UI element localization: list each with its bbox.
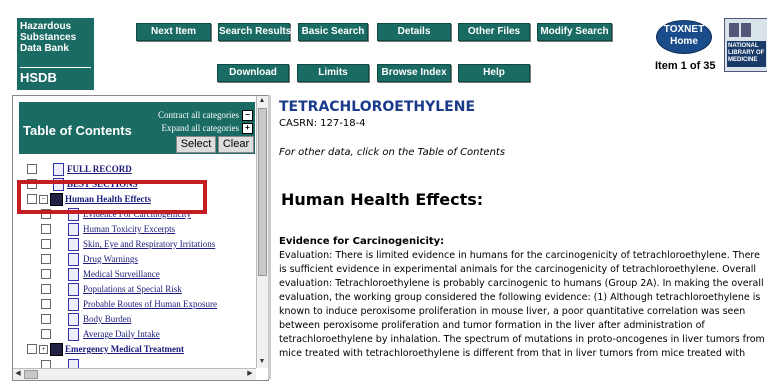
checkbox[interactable]	[41, 314, 51, 324]
document-icon	[68, 223, 79, 236]
document-icon	[68, 298, 79, 311]
toc-link[interactable]: Average Daily Intake	[83, 327, 160, 342]
document-icon	[68, 268, 79, 281]
toc-link[interactable]: Skin, Eye and Respiratory Irritations	[83, 237, 215, 252]
logo-short: HSDB	[20, 67, 91, 88]
collapse-icon[interactable]: −	[242, 110, 253, 121]
checkbox[interactable]	[27, 164, 37, 174]
logo-line-3: Data Bank	[20, 43, 69, 54]
other-files-button[interactable]: Other Files	[458, 23, 530, 41]
search-results-button[interactable]: Search Results	[218, 23, 291, 41]
item-count: Item 1 of 35	[655, 60, 716, 72]
home-label: Home	[670, 36, 698, 47]
logo-line-2: Substances	[20, 32, 77, 43]
section-heading: Human Health Effects:	[281, 190, 484, 209]
checkbox[interactable]	[27, 344, 37, 354]
toxnet-home-button[interactable]: TOXNET Home	[656, 20, 712, 54]
checkbox[interactable]	[41, 224, 51, 234]
modify-search-button[interactable]: Modify Search	[537, 23, 612, 41]
toc-link[interactable]: BEST SECTIONS	[67, 177, 138, 192]
toc-title: Table of Contents	[23, 123, 132, 138]
browse-index-button[interactable]: Browse Index	[377, 64, 451, 82]
document-icon	[68, 313, 79, 326]
limits-button[interactable]: Limits	[297, 64, 369, 82]
nlm-text: NATIONAL LIBRARY OF MEDICINE	[728, 43, 765, 63]
toc-link[interactable]: Probable Routes of Human Exposure	[83, 297, 217, 312]
toc-vertical-scrollbar[interactable]: ▲ ▼	[256, 96, 268, 368]
document-icon	[53, 178, 64, 191]
toc-link[interactable]: Drug Warnings	[83, 252, 138, 267]
nlm-logo[interactable]: NATIONAL LIBRARY OF MEDICINE	[724, 18, 767, 72]
expand-icon[interactable]: +	[242, 123, 253, 134]
scroll-down-icon[interactable]: ▼	[257, 357, 267, 367]
document-icon	[53, 163, 64, 176]
evidence-paragraph: Evaluation: There is limited evidence in…	[279, 250, 765, 359]
subsection-heading: Evidence for Carcinogenicity:	[279, 236, 445, 247]
toc-link[interactable]: Emergency Medical Treatment	[65, 342, 184, 357]
toc-link[interactable]: Body Burden	[83, 312, 131, 327]
details-button[interactable]: Details	[377, 23, 451, 41]
download-button[interactable]: Download	[217, 64, 289, 82]
toc-horizontal-scrollbar[interactable]: ◀ ▶	[13, 368, 256, 380]
book-icon	[50, 193, 63, 206]
frame-divider[interactable]	[268, 95, 271, 379]
scroll-left-icon[interactable]: ◀	[13, 369, 23, 379]
logo-line-1: Hazardous	[20, 21, 72, 32]
logo-title: Hazardous Substances Data Bank	[20, 21, 91, 65]
header: Hazardous Substances Data Bank HSDB Next…	[0, 0, 767, 92]
page-title: TETRACHLOROETHYLENE	[279, 99, 476, 115]
casrn-label: CASRN: 127-18-4	[279, 118, 366, 129]
toc-link[interactable]: Human Toxicity Excerpts	[83, 222, 175, 237]
collapse-toggle-icon[interactable]: −	[39, 195, 48, 204]
toc-link[interactable]: Populations at Special Risk	[83, 282, 182, 297]
toxnet-label: TOXNET	[663, 24, 705, 35]
checkbox[interactable]	[41, 284, 51, 294]
other-data-note: For other data, click on the Table of Co…	[279, 147, 506, 158]
expand-all-link[interactable]: Expand all categories	[162, 123, 239, 133]
scroll-thumb[interactable]	[258, 108, 267, 276]
toc-link[interactable]: Human Health Effects	[65, 192, 151, 207]
basic-search-button[interactable]: Basic Search	[298, 23, 368, 41]
checkbox[interactable]	[41, 209, 51, 219]
toc-link[interactable]: FULL RECORD	[67, 162, 132, 177]
checkbox[interactable]	[41, 299, 51, 309]
document-icon	[68, 238, 79, 251]
contract-all-link[interactable]: Contract all categories	[158, 110, 239, 120]
clear-button[interactable]: Clear	[218, 136, 254, 153]
expand-toggle-icon[interactable]: +	[39, 345, 48, 354]
checkbox[interactable]	[27, 179, 37, 189]
scroll-up-icon[interactable]: ▲	[257, 96, 267, 106]
checkbox[interactable]	[41, 269, 51, 279]
document-icon	[68, 328, 79, 341]
help-button[interactable]: Help	[458, 64, 530, 82]
content-pane: TETRACHLOROETHYLENE CASRN: 127-18-4 For …	[272, 95, 767, 379]
toc-header: Contract all categories − Expand all cat…	[19, 102, 255, 154]
next-item-button[interactable]: Next Item	[136, 23, 211, 41]
document-icon	[68, 208, 79, 221]
document-icon	[68, 283, 79, 296]
toc-link[interactable]: Medical Surveillance	[83, 267, 160, 282]
hsdb-logo[interactable]: Hazardous Substances Data Bank HSDB	[17, 18, 94, 90]
book-icon	[50, 343, 63, 356]
checkbox[interactable]	[41, 254, 51, 264]
toc-frame: Contract all categories − Expand all cat…	[12, 95, 269, 381]
toc-link[interactable]: Evidence For Carcinogenicity	[83, 207, 191, 222]
checkbox[interactable]	[27, 194, 37, 204]
checkbox[interactable]	[41, 329, 51, 339]
document-icon	[68, 253, 79, 266]
checkbox[interactable]	[41, 239, 51, 249]
scroll-right-icon[interactable]: ▶	[245, 369, 255, 379]
select-button[interactable]: Select	[176, 136, 216, 153]
h-scroll-thumb[interactable]	[24, 370, 38, 379]
